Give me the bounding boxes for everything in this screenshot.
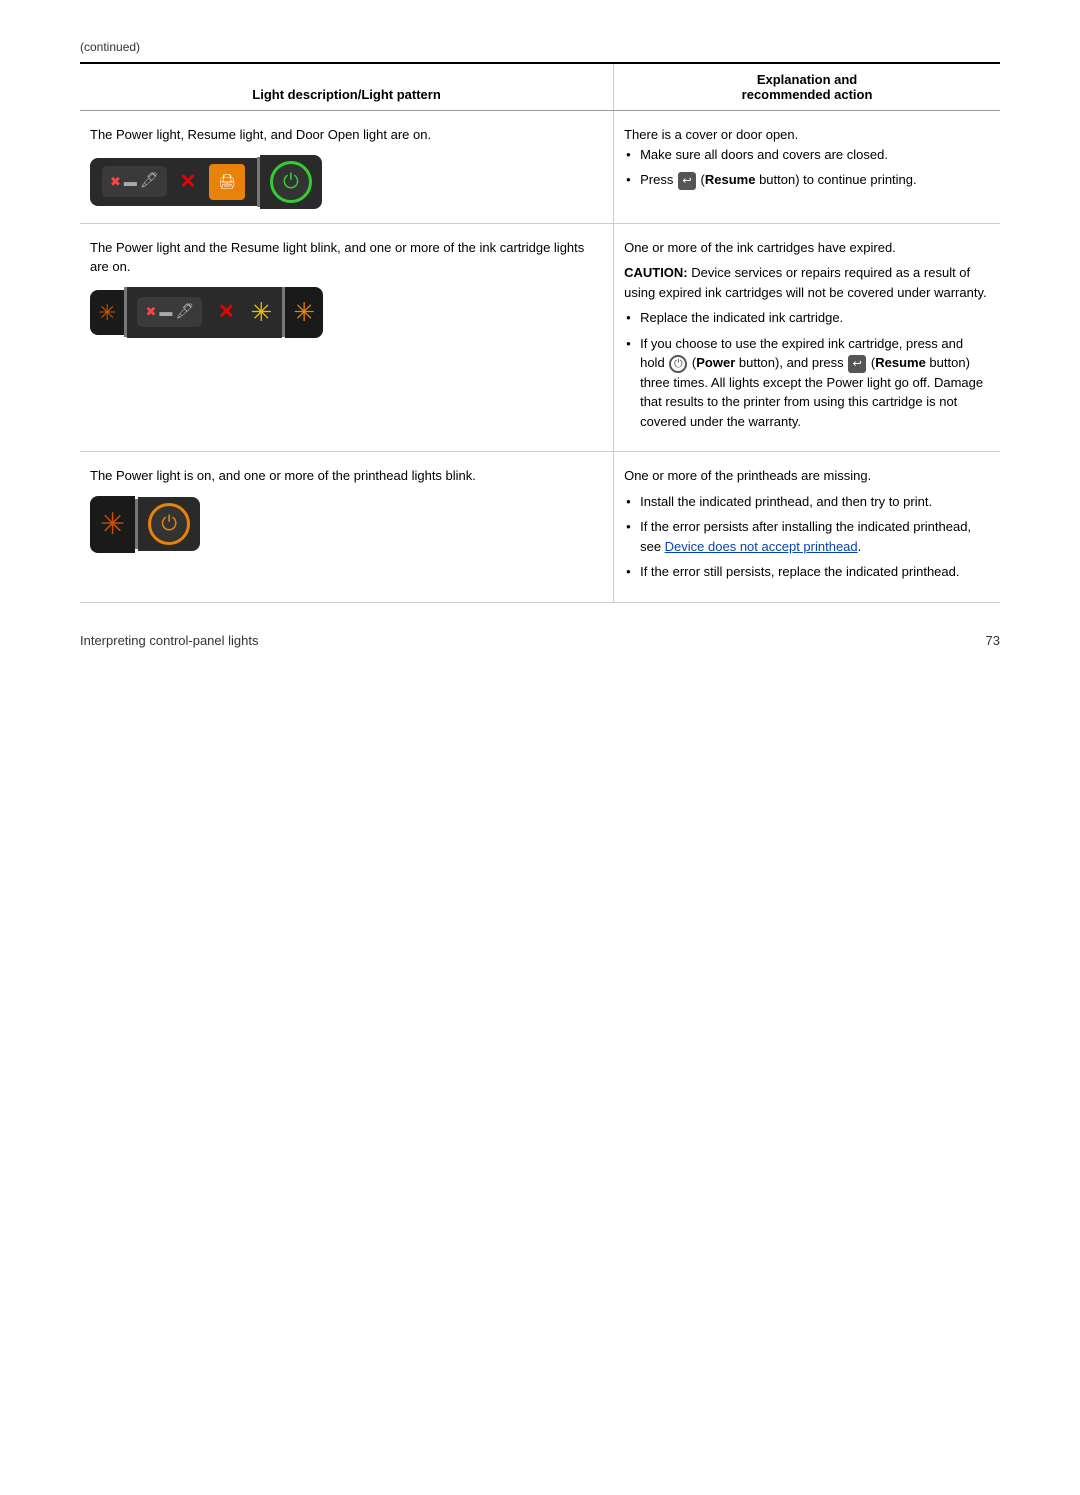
- doc-icon2: ▬: [159, 302, 172, 322]
- cartridge-blink-icon: ✳: [250, 293, 272, 332]
- col1-header: Light description/Light pattern: [80, 63, 614, 111]
- error-icon2: ✖: [145, 302, 156, 322]
- row2-action-2: If you choose to use the expired ink car…: [624, 334, 990, 432]
- cancel-button-icon: ✕: [172, 166, 204, 198]
- continued-label: (continued): [80, 40, 1000, 54]
- power-button-icon2: ⏻: [148, 503, 190, 545]
- ink-icon2: 🖋: [175, 301, 194, 324]
- power-blink-icon: ✳: [98, 296, 116, 329]
- power-inline-icon: ⏻: [669, 355, 687, 373]
- row1-actions: Make sure all doors and covers are close…: [624, 145, 990, 190]
- panel-image-row3: ✳ ⏻: [90, 496, 603, 553]
- panel-power-group: ⏻: [260, 155, 322, 209]
- panel-left-starburst: ✳: [90, 290, 124, 335]
- row1-action-1: Make sure all doors and covers are close…: [624, 145, 990, 165]
- doc-icon: ▬: [124, 172, 137, 192]
- panel-right-power: ⏻: [138, 497, 200, 551]
- row2-actions: Replace the indicated ink cartridge. If …: [624, 308, 990, 431]
- row3-explanation: One or more of the printheads are missin…: [624, 466, 990, 486]
- caution-label: CAUTION:: [624, 265, 688, 280]
- printhead-blink-icon: ✳: [100, 502, 125, 547]
- row3-explanation-cell: One or more of the printheads are missin…: [614, 452, 1000, 603]
- row1-explanation-cell: There is a cover or door open. Make sure…: [614, 111, 1000, 224]
- resume-door-icon: 🖨: [209, 164, 245, 200]
- table-row: The Power light and the Resume light bli…: [80, 223, 1000, 452]
- col2-header: Explanation and recommended action: [614, 63, 1000, 111]
- row3-description: The Power light is on, and one or more o…: [90, 466, 603, 486]
- panel-right-starburst: ✳: [285, 287, 323, 338]
- panel-middle-group: ✖ ▬ 🖋 ✕ ✳: [127, 287, 282, 338]
- row2-action-1: Replace the indicated ink cartridge.: [624, 308, 990, 328]
- resume-inline-icon: ↩: [678, 172, 696, 190]
- row3-action-2: If the error persists after installing t…: [624, 517, 990, 556]
- row3-description-cell: The Power light is on, and one or more o…: [80, 452, 614, 603]
- resume-inline-icon2: ↩: [848, 355, 866, 373]
- row1-description-cell: The Power light, Resume light, and Door …: [80, 111, 614, 224]
- row1-action-2: Press ↩ (Resume button) to continue prin…: [624, 170, 990, 190]
- row3-action-3: If the error still persists, replace the…: [624, 562, 990, 582]
- row2-caution: CAUTION: Device services or repairs requ…: [624, 263, 990, 302]
- power-button-icon: ⏻: [270, 161, 312, 203]
- row2-description-cell: The Power light and the Resume light bli…: [80, 223, 614, 452]
- row1-explanation: There is a cover or door open.: [624, 125, 990, 145]
- panel-image-row1: ✖ ▬ 🖋 ✕ 🖨 ⏻: [90, 155, 603, 209]
- panel-image-row2: ✳ ✖ ▬ 🖋 ✕ ✳: [90, 287, 603, 338]
- cartridge-blink-icon2: ✳: [293, 293, 315, 332]
- error-icon: ✖: [110, 172, 121, 192]
- page-footer: Interpreting control-panel lights 73: [80, 633, 1000, 648]
- row2-description: The Power light and the Resume light bli…: [90, 238, 603, 277]
- cancel-button-icon2: ✕: [210, 296, 242, 328]
- footer-text: Interpreting control-panel lights: [80, 633, 259, 648]
- ink-icon: 🖋: [140, 170, 159, 193]
- row3-action-1: Install the indicated printhead, and the…: [624, 492, 990, 512]
- row2-explanation: One or more of the ink cartridges have e…: [624, 238, 990, 258]
- device-printhead-link[interactable]: Device does not accept printhead: [665, 539, 858, 554]
- table-row: The Power light is on, and one or more o…: [80, 452, 1000, 603]
- row2-explanation-cell: One or more of the ink cartridges have e…: [614, 223, 1000, 452]
- panel-left-printhead: ✳: [90, 496, 135, 553]
- table-row: The Power light, Resume light, and Door …: [80, 111, 1000, 224]
- row1-description: The Power light, Resume light, and Door …: [90, 125, 603, 145]
- row3-actions: Install the indicated printhead, and the…: [624, 492, 990, 582]
- footer-page: 73: [986, 633, 1000, 648]
- panel-main-group: ✖ ▬ 🖋 ✕ 🖨: [90, 158, 257, 206]
